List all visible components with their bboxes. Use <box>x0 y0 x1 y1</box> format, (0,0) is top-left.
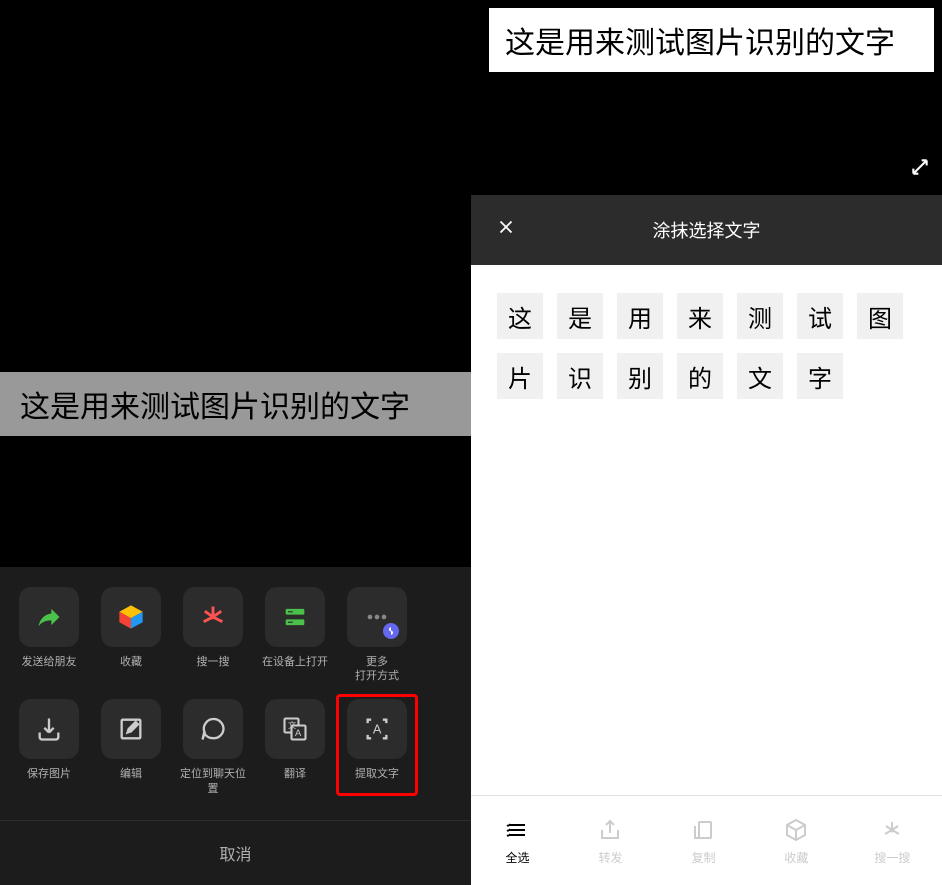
cube-icon <box>117 603 145 631</box>
svg-text:A: A <box>295 728 302 738</box>
forward-button[interactable]: 转发 <box>595 815 625 866</box>
image-preview-area: 这是用来测试图片识别的文字 <box>471 0 942 195</box>
cube-outline-icon <box>781 815 811 845</box>
character-item[interactable]: 试 <box>797 293 843 339</box>
expand-icon[interactable] <box>910 157 930 183</box>
character-item[interactable]: 字 <box>797 353 843 399</box>
spark-outline-icon <box>877 815 907 845</box>
search-button[interactable]: 搜一搜 <box>172 587 254 684</box>
character-grid: 这是用来测试图片识别的文字 <box>497 293 916 399</box>
edit-button[interactable]: 编辑 <box>90 699 172 796</box>
character-item[interactable]: 识 <box>557 353 603 399</box>
mini-program-badge-icon <box>383 623 399 639</box>
ocr-icon: A <box>363 715 391 743</box>
character-item[interactable]: 是 <box>557 293 603 339</box>
character-item[interactable]: 的 <box>677 353 723 399</box>
select-all-button[interactable]: 全选 <box>502 815 532 866</box>
image-text-content: 这是用来测试图片识别的文字 <box>489 8 934 72</box>
image-overlay-text: 这是用来测试图片识别的文字 <box>0 372 471 436</box>
header-title: 涂抹选择文字 <box>653 217 761 243</box>
share-sheet: 发送给朋友 收藏 <box>0 567 471 885</box>
character-selection-area: 这是用来测试图片识别的文字 <box>471 265 942 795</box>
left-screenshot-panel: 这是用来测试图片识别的文字 发送给朋友 收藏 <box>0 0 471 885</box>
selection-header: 涂抹选择文字 <box>471 195 942 265</box>
spark-icon <box>199 603 227 631</box>
search-button-bottom[interactable]: 搜一搜 <box>874 815 910 866</box>
favorites-button[interactable]: 收藏 <box>90 587 172 684</box>
extract-text-button[interactable]: A 提取文字 <box>336 694 418 796</box>
copy-button[interactable]: 复制 <box>688 815 718 866</box>
save-image-button[interactable]: 保存图片 <box>8 699 90 796</box>
right-screenshot-panel: 这是用来测试图片识别的文字 涂抹选择文字 这是用来测试图片识别的文字 <box>471 0 942 885</box>
send-friends-button[interactable]: 发送给朋友 <box>8 587 90 684</box>
character-item[interactable]: 用 <box>617 293 663 339</box>
more-open-button[interactable]: 更多 打开方式 <box>336 587 418 684</box>
character-item[interactable]: 测 <box>737 293 783 339</box>
character-item[interactable]: 这 <box>497 293 543 339</box>
translate-button[interactable]: 文 A 翻译 <box>254 699 336 796</box>
translate-icon: 文 A <box>281 715 309 743</box>
locate-chat-button[interactable]: 定位到聊天位置 <box>172 699 254 796</box>
character-item[interactable]: 别 <box>617 353 663 399</box>
open-device-button[interactable]: 在设备上打开 <box>254 587 336 684</box>
character-item[interactable]: 文 <box>737 353 783 399</box>
character-item[interactable]: 图 <box>857 293 903 339</box>
share-row-1: 发送给朋友 收藏 <box>0 587 471 700</box>
svg-text:A: A <box>373 722 382 737</box>
favorite-button[interactable]: 收藏 <box>781 815 811 866</box>
share-row-2: 保存图片 编辑 定位到聊天位置 <box>0 699 471 812</box>
close-icon[interactable] <box>495 216 517 245</box>
download-icon <box>35 715 63 743</box>
character-item[interactable]: 来 <box>677 293 723 339</box>
server-icon <box>281 603 309 631</box>
edit-icon <box>117 715 145 743</box>
share-icon <box>595 815 625 845</box>
share-arrow-icon <box>35 603 63 631</box>
bottom-toolbar: 全选 转发 复制 <box>471 795 942 885</box>
chat-bubble-icon <box>199 715 227 743</box>
copy-icon <box>688 815 718 845</box>
character-item[interactable]: 片 <box>497 353 543 399</box>
select-all-icon <box>502 815 532 845</box>
cancel-button[interactable]: 取消 <box>0 820 471 885</box>
